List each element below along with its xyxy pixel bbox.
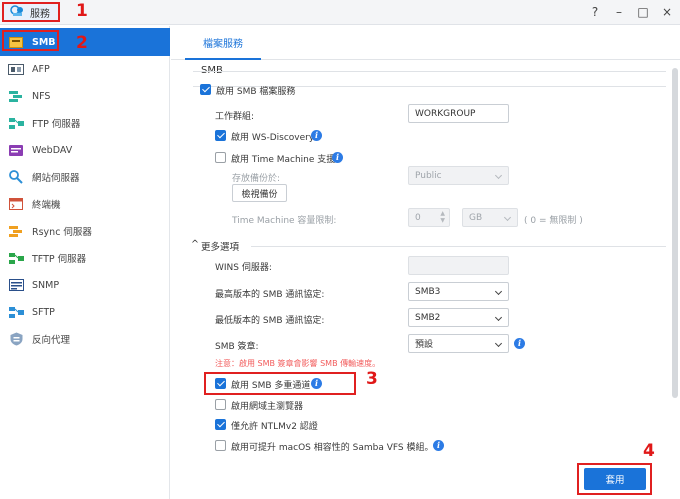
- workgroup-label: 工作群組:: [215, 112, 255, 122]
- smb-signing-select[interactable]: 預設: [408, 334, 509, 353]
- tab-file-services[interactable]: 檔案服務: [185, 26, 261, 60]
- info-icon[interactable]: i: [311, 130, 322, 141]
- workgroup-input[interactable]: WORKGROUP: [408, 104, 509, 123]
- macos-vfs-checkbox[interactable]: [215, 440, 226, 451]
- services-icon: [10, 4, 24, 20]
- sidebar-item-label: SFTP: [32, 306, 55, 318]
- tm-quota-input[interactable]: 0 ▲ ▼: [408, 208, 450, 227]
- sidebar-item-label: FTP 伺服器: [32, 119, 81, 130]
- apply-button[interactable]: 套用: [584, 468, 646, 490]
- more-options-title: 更多選項: [201, 242, 240, 253]
- ws-discovery-label: 啟用 WS-Discovery: [231, 133, 315, 143]
- afp-icon: [8, 62, 24, 76]
- backup-location-select[interactable]: Public: [408, 166, 509, 185]
- domain-browser-checkbox[interactable]: [215, 399, 226, 410]
- sidebar-item-label: Rsync 伺服器: [32, 227, 92, 238]
- signing-warning: 注意：啟用 SMB 簽章會影響 SMB 傳輸速度。: [215, 359, 381, 368]
- window-title: 服務: [30, 8, 50, 20]
- sidebar-item-web-server[interactable]: 網站伺服器: [0, 163, 170, 191]
- webdav-icon: [8, 143, 24, 157]
- sidebar-item-afp[interactable]: AFP: [0, 55, 170, 83]
- tm-quota-hint: ( 0 = 無限制 ): [524, 216, 583, 226]
- maximize-icon[interactable]: □: [636, 3, 650, 21]
- tab-bar: 檔案服務: [171, 26, 680, 60]
- sidebar: SMB 2 AFP NFS FTP 伺服器 WebDAV 網站伺服器 終端機 R…: [0, 26, 170, 499]
- annotation-1: 1: [76, 1, 88, 21]
- smb-signing-label: SMB 簽章:: [215, 342, 259, 352]
- sidebar-item-nfs[interactable]: NFS: [0, 82, 170, 110]
- sidebar-item-snmp[interactable]: SNMP: [0, 271, 170, 299]
- title-bar: 服務 1 ? – □ ×: [0, 0, 680, 25]
- multichannel-checkbox[interactable]: [215, 378, 226, 389]
- info-icon[interactable]: i: [311, 378, 322, 389]
- snmp-icon: [8, 278, 24, 292]
- terminal-icon: [8, 197, 24, 211]
- sidebar-item-rsync[interactable]: Rsync 伺服器: [0, 217, 170, 245]
- min-protocol-label: 最低版本的 SMB 通訊協定:: [215, 316, 325, 326]
- annotation-3: 3: [366, 369, 378, 389]
- sftp-icon: [8, 305, 24, 319]
- time-machine-checkbox[interactable]: [215, 152, 226, 163]
- sidebar-item-ftp[interactable]: FTP 伺服器: [0, 109, 170, 137]
- tm-quota-value: 0: [415, 212, 421, 223]
- min-protocol-select[interactable]: SMB2: [408, 308, 509, 327]
- sidebar-item-tftp[interactable]: TFTP 伺服器: [0, 244, 170, 272]
- rsync-icon: [8, 224, 24, 238]
- enable-smb-checkbox[interactable]: [200, 84, 211, 95]
- web-server-icon: [8, 170, 24, 184]
- ntlmv2-checkbox[interactable]: [215, 419, 226, 430]
- sidebar-item-label: 終端機: [32, 200, 61, 211]
- sidebar-item-label: AFP: [32, 63, 50, 75]
- collapse-icon[interactable]: ^: [191, 239, 199, 250]
- close-icon[interactable]: ×: [660, 3, 674, 21]
- ws-discovery-checkbox[interactable]: [215, 130, 226, 141]
- sidebar-item-label: NFS: [32, 90, 51, 102]
- info-icon[interactable]: i: [514, 338, 525, 349]
- nfs-icon: [8, 89, 24, 103]
- main-panel: 檔案服務 SMB 啟用 SMB 檔案服務 工作群組: WORKGROUP 啟用 …: [171, 26, 680, 499]
- tm-quota-label: Time Machine 容量限制:: [232, 216, 337, 226]
- annotation-4: 4: [643, 441, 655, 461]
- ftp-icon: [8, 116, 24, 130]
- view-backup-button[interactable]: 檢視備份: [232, 184, 287, 202]
- tftp-icon: [8, 251, 24, 265]
- max-protocol-label: 最高版本的 SMB 通訊協定:: [215, 290, 325, 300]
- sidebar-item-webdav[interactable]: WebDAV: [0, 136, 170, 164]
- info-icon[interactable]: i: [433, 440, 444, 451]
- app-title-box: 服務: [2, 2, 60, 22]
- sidebar-item-terminal[interactable]: 終端機: [0, 190, 170, 218]
- sidebar-item-sftp[interactable]: SFTP: [0, 298, 170, 326]
- sidebar-item-label: WebDAV: [32, 144, 73, 156]
- sidebar-item-reverse-proxy[interactable]: 反向代理: [0, 325, 170, 353]
- macos-vfs-label: 啟用可提升 macOS 相容性的 Samba VFS 模組。: [231, 443, 434, 453]
- divider: [193, 71, 666, 72]
- max-protocol-select[interactable]: SMB3: [408, 282, 509, 301]
- tm-quota-unit-select[interactable]: GB: [462, 208, 518, 227]
- settings-content: SMB 啟用 SMB 檔案服務 工作群組: WORKGROUP 啟用 WS-Di…: [171, 61, 671, 461]
- domain-browser-label: 啟用網域主瀏覽器: [231, 402, 304, 412]
- ntlmv2-label: 僅允許 NTLMv2 認證: [231, 422, 318, 432]
- enable-smb-label: 啟用 SMB 檔案服務: [216, 87, 296, 97]
- backup-location-label: 存放備份於:: [232, 174, 281, 184]
- sidebar-item-label: 網站伺服器: [32, 173, 80, 184]
- sidebar-item-label: 反向代理: [32, 335, 71, 346]
- wins-input[interactable]: [408, 256, 509, 275]
- annotation-box-2: [2, 30, 59, 51]
- annotation-2: 2: [76, 33, 88, 53]
- stepper-arrows-icon[interactable]: ▲ ▼: [440, 210, 445, 224]
- scrollbar[interactable]: [672, 68, 678, 398]
- divider: [251, 246, 666, 247]
- time-machine-label: 啟用 Time Machine 支援: [231, 155, 336, 165]
- minimize-icon[interactable]: –: [612, 3, 626, 21]
- sidebar-item-label: TFTP 伺服器: [32, 254, 87, 265]
- info-icon[interactable]: i: [332, 152, 343, 163]
- wins-label: WINS 伺服器:: [215, 263, 272, 273]
- reverse-proxy-icon: [8, 332, 24, 346]
- multichannel-label: 啟用 SMB 多重通道: [231, 381, 311, 391]
- help-icon[interactable]: ?: [588, 3, 602, 21]
- sidebar-item-label: SNMP: [32, 279, 60, 291]
